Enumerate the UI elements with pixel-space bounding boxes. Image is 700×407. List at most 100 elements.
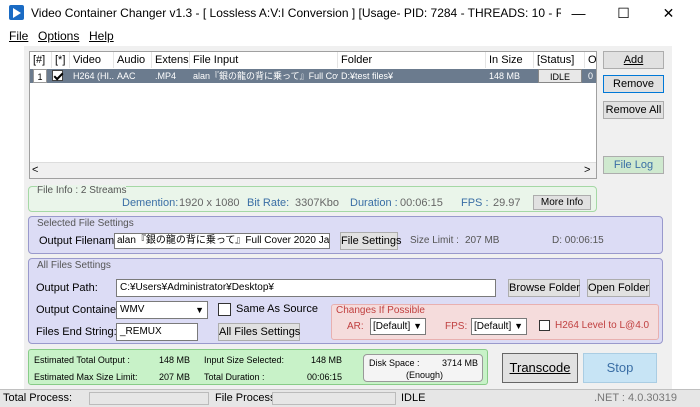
add-label: Add	[623, 54, 644, 66]
remove-all-label: Remove All	[605, 104, 662, 116]
row-status-badge: IDLE	[538, 69, 582, 83]
col-extension[interactable]: Extensio	[152, 52, 190, 68]
col-status[interactable]: [Status]	[534, 52, 585, 68]
dimension-value: 1920 x 1080	[179, 197, 240, 209]
output-container-select[interactable]: WMV ▼	[116, 301, 208, 319]
fps-select-value: [Default]	[474, 321, 512, 332]
row-checkbox[interactable]	[52, 70, 63, 81]
all-files-settings-panel: All Files Settings Output Path: C:¥Users…	[28, 258, 663, 344]
input-size-label: Input Size Selected:	[204, 355, 285, 365]
remove-button[interactable]: Remove	[603, 75, 664, 93]
output-path-input[interactable]: C:¥Users¥Administrator¥Desktop¥	[116, 279, 496, 297]
col-index[interactable]: [#]	[30, 52, 52, 68]
output-filename-label: Output Filename:	[39, 235, 124, 247]
file-info-title: File Info : 2 Streams	[37, 185, 127, 196]
output-container-label: Output Container:	[36, 304, 123, 316]
fps-change-label: FPS:	[445, 321, 468, 332]
bitrate-value: 3307Kbo	[295, 197, 340, 209]
disk-space-box: Disk Space : 3714 MB (Enough)	[363, 354, 483, 382]
changes-if-possible-box: Changes If Possible AR: [Default] ▼ FPS:…	[331, 304, 659, 340]
est-total-output-label: Estimated Total Output :	[34, 355, 130, 365]
duration-value: 00:06:15	[400, 197, 443, 209]
file-settings-button[interactable]: File Settings	[340, 232, 402, 250]
file-info-panel: File Info : 2 Streams Demention: 1920 x …	[28, 185, 597, 212]
selected-file-settings-panel: Selected File Settings Output Filename: …	[28, 216, 663, 254]
stop-button[interactable]: Stop	[583, 353, 657, 383]
col-folder[interactable]: Folder	[338, 52, 486, 68]
add-button[interactable]: Add	[603, 51, 664, 69]
col-out[interactable]: Ou	[585, 52, 596, 68]
app-icon	[9, 5, 24, 20]
changes-title: Changes If Possible	[336, 305, 425, 316]
menu-bar: File Options Help	[0, 26, 700, 46]
scroll-right-icon[interactable]: >	[584, 164, 590, 176]
size-limit-label: Size Limit :	[410, 235, 459, 246]
horizontal-scrollbar[interactable]: < >	[30, 162, 596, 178]
ends-string-input[interactable]: _REMUX	[116, 323, 198, 341]
output-container-value: WMV	[120, 304, 145, 315]
more-info-button[interactable]: More Info	[533, 195, 591, 210]
row-audio: AAC	[117, 71, 136, 81]
open-folder-button[interactable]: Open Folder	[587, 279, 650, 297]
ends-string-label: Files End String:	[36, 326, 117, 338]
row-extension: .MP4	[155, 71, 177, 81]
status-state: IDLE	[401, 392, 426, 404]
status-bar: Total Process: File Process: IDLE .NET :…	[0, 389, 700, 407]
all-files-title: All Files Settings	[37, 260, 111, 271]
output-path-label: Output Path:	[36, 282, 98, 294]
title-bar: Video Container Changer v1.3 - [ Lossles…	[0, 0, 700, 26]
window-title: Video Container Changer v1.3 - [ Lossles…	[31, 6, 561, 20]
disk-space-status: (Enough)	[406, 370, 444, 380]
h264-level-label: H264 Level to L@4.0	[555, 320, 650, 331]
menu-help[interactable]: Help	[89, 29, 114, 43]
fps-select[interactable]: [Default] ▼	[471, 318, 527, 335]
col-file-input[interactable]: File Input	[190, 52, 338, 68]
same-as-source-checkbox[interactable]	[218, 303, 231, 316]
selected-settings-title: Selected File Settings	[37, 218, 134, 229]
row-folder: D:¥test files¥	[341, 71, 394, 81]
scroll-left-icon[interactable]: <	[32, 164, 38, 176]
close-button[interactable]: ✕	[646, 0, 691, 26]
same-as-source-label: Same As Source	[236, 303, 318, 315]
maximize-button[interactable]: ☐	[601, 0, 646, 26]
col-in-size[interactable]: In Size	[486, 52, 534, 68]
chevron-down-icon: ▼	[195, 305, 204, 315]
estimates-panel: Estimated Total Output : 148 MB Estimate…	[28, 349, 488, 385]
menu-file[interactable]: File	[9, 29, 28, 43]
col-video[interactable]: Video	[70, 52, 114, 68]
transcode-button[interactable]: Transcode	[502, 353, 578, 383]
col-check[interactable]: [*]	[52, 52, 70, 68]
input-size-value: 148 MB	[311, 355, 343, 365]
size-limit-value: 207 MB	[465, 235, 500, 246]
row-in-size: 148 MB	[489, 71, 521, 81]
chevron-down-icon: ▼	[413, 321, 422, 331]
output-filename-input[interactable]: alan『銀の龍の背に乗って』Full Cover 2020 Japanese	[114, 233, 330, 249]
file-log-label: File Log	[613, 159, 654, 171]
menu-options[interactable]: Options	[38, 29, 79, 43]
est-max-size-value: 207 MB	[159, 372, 191, 382]
col-audio[interactable]: Audio	[114, 52, 152, 68]
browse-folder-button[interactable]: Browse Folder	[508, 279, 580, 297]
selected-duration: D: 00:06:15	[552, 235, 604, 246]
all-files-settings-button[interactable]: All Files Settings	[218, 323, 300, 341]
total-process-label: Total Process:	[3, 392, 73, 404]
row-out: 0 M	[588, 71, 596, 81]
file-log-button[interactable]: File Log	[603, 156, 664, 174]
remove-all-button[interactable]: Remove All	[603, 101, 664, 119]
table-row[interactable]: 1 H264 (HI... AAC .MP4 alan『銀の龍の背に乗って』Fu…	[30, 69, 596, 83]
row-video: H264 (HI...	[73, 71, 114, 81]
fps-value: 29.97	[493, 197, 521, 209]
est-max-size-label: Estimated Max Size Limit:	[34, 372, 138, 382]
h264-level-checkbox[interactable]	[539, 320, 550, 331]
minimize-button[interactable]: —	[556, 0, 601, 26]
row-index: 1	[33, 69, 47, 83]
disk-space-value: 3714 MB	[442, 358, 479, 368]
stop-label: Stop	[606, 360, 634, 375]
transcode-label: Transcode	[509, 360, 571, 375]
dimension-label: Demention:	[122, 197, 179, 209]
total-process-bar	[89, 392, 209, 405]
ar-select[interactable]: [Default] ▼	[370, 318, 426, 335]
duration-label: Duration :	[350, 197, 398, 209]
file-process-label: File Process:	[215, 392, 279, 404]
file-list[interactable]: [#] [*] Video Audio Extensio File Input …	[29, 51, 597, 179]
